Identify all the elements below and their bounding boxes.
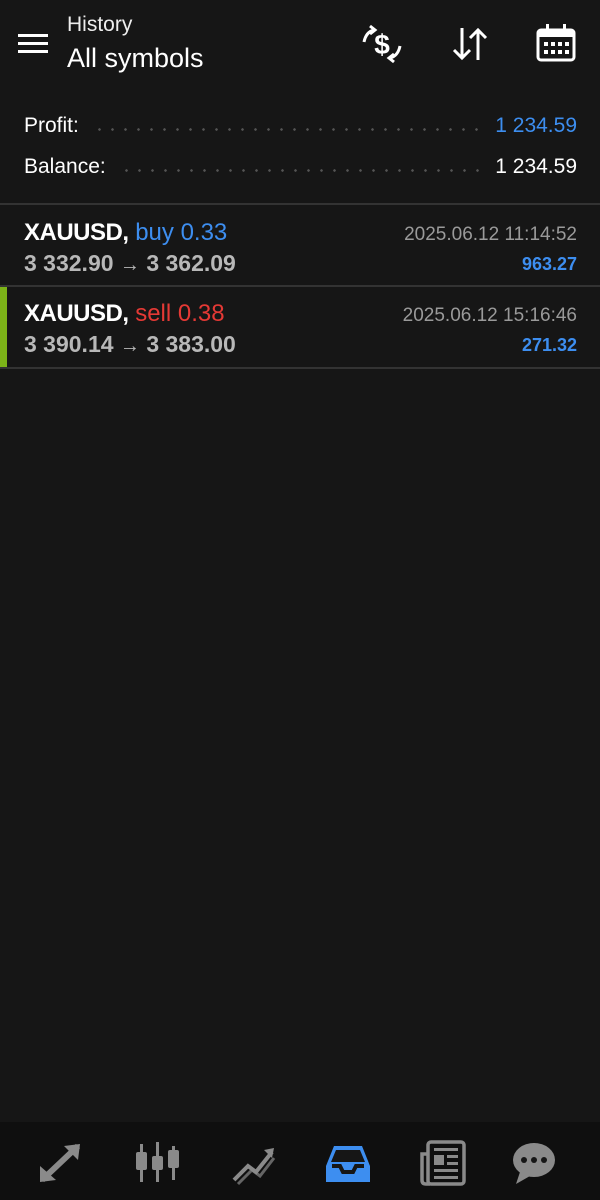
nav-messages[interactable] [506, 1138, 562, 1188]
divider [0, 367, 600, 369]
calendar-button[interactable] [532, 20, 580, 68]
menu-button[interactable] [14, 26, 54, 62]
news-icon [420, 1140, 466, 1186]
hamburger-menu-icon [18, 34, 48, 53]
balance-value: 1 234.59 [495, 155, 577, 178]
page-title: All symbols [67, 43, 204, 73]
chat-bubble-icon [513, 1143, 555, 1184]
deal-side: sell [135, 300, 172, 327]
deal-row[interactable]: XAUUSD, sell 0.38 3 390.14 → 3 383.00 20… [0, 287, 600, 367]
sort-button[interactable] [446, 20, 494, 68]
deal-symbol: XAUUSD, [24, 219, 129, 246]
nav-quotes[interactable] [32, 1138, 88, 1188]
nav-chart[interactable] [130, 1138, 186, 1188]
sort-arrows-icon [452, 27, 488, 61]
deal-prices: 3 390.14 → 3 383.00 [24, 329, 236, 361]
deposit-button[interactable]: $ [358, 20, 406, 68]
deal-close-price: 3 362.09 [146, 250, 236, 276]
candlestick-chart-icon [136, 1142, 179, 1182]
balance-label: Balance: [24, 155, 106, 178]
deal-profit: 963.27 [521, 254, 577, 274]
deal-side: buy [135, 219, 174, 246]
dotted-leader [119, 168, 482, 172]
quotes-arrows-icon [39, 1143, 81, 1183]
trade-trend-icon [232, 1148, 276, 1186]
nav-news[interactable] [416, 1138, 472, 1188]
deal-title: XAUUSD, buy 0.33 [24, 218, 227, 248]
calendar-icon [536, 24, 576, 62]
deal-arrow: → [119, 335, 140, 357]
deal-symbol: XAUUSD, [24, 300, 129, 327]
history-inbox-icon [326, 1146, 370, 1182]
bottom-navigation [0, 1122, 600, 1200]
deal-close-price: 3 383.00 [146, 331, 236, 357]
top-app-bar: History All symbols $ [0, 0, 600, 96]
page-subtitle: History [67, 13, 133, 36]
selected-indicator [0, 287, 7, 367]
deal-volume: 0.38 [177, 300, 225, 327]
deal-row[interactable]: XAUUSD, buy 0.33 3 332.90 → 3 362.09 202… [0, 206, 600, 286]
deal-title: XAUUSD, sell 0.38 [24, 299, 225, 329]
deal-open-price: 3 390.14 [24, 331, 114, 357]
deal-profit: 271.32 [521, 335, 577, 355]
profit-value: 1 234.59 [495, 114, 577, 137]
deal-volume: 0.33 [180, 219, 228, 246]
dotted-leader [92, 127, 482, 131]
deal-time: 2025.06.12 15:16:46 [402, 305, 577, 326]
profit-summary-row: Profit: 1 234.59 [24, 110, 577, 142]
title-block[interactable]: History All symbols [67, 10, 204, 76]
deal-arrow: → [119, 254, 140, 276]
nav-trade[interactable] [226, 1138, 282, 1188]
dollar-exchange-icon: $ [362, 24, 402, 64]
balance-summary-row: Balance: 1 234.59 [24, 151, 577, 183]
svg-text:$: $ [374, 29, 390, 60]
deal-prices: 3 332.90 → 3 362.09 [24, 248, 236, 280]
deal-time: 2025.06.12 11:14:52 [404, 224, 577, 245]
divider [0, 203, 600, 205]
deal-open-price: 3 332.90 [24, 250, 114, 276]
profit-label: Profit: [24, 114, 79, 137]
nav-history[interactable] [320, 1138, 376, 1188]
